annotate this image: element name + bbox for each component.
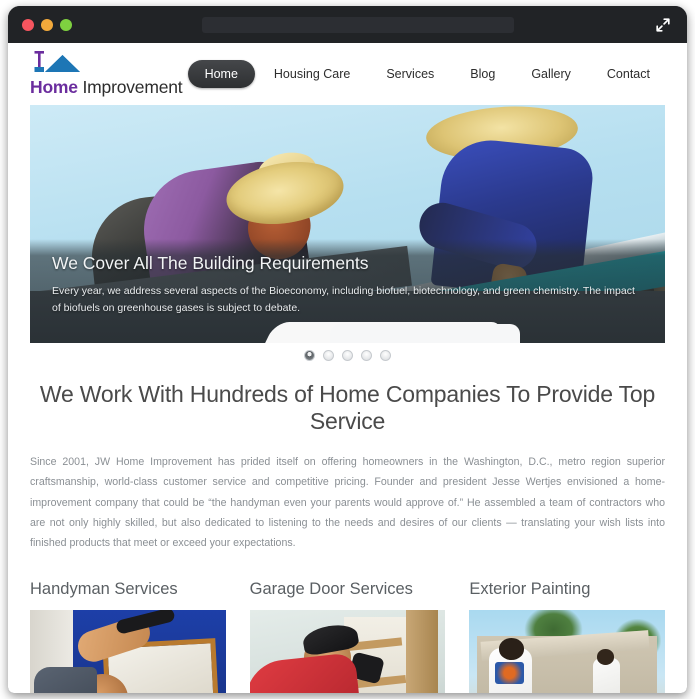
nav-item-blog[interactable]: Blog — [453, 60, 512, 88]
close-window-button[interactable] — [22, 18, 34, 31]
browser-titlebar — [8, 6, 687, 43]
main-navigation: Home Housing Care Services Blog Gallery … — [187, 60, 667, 88]
address-bar[interactable] — [202, 17, 514, 33]
intro-section: We Work With Hundreds of Home Companies … — [8, 365, 687, 554]
nav-item-gallery[interactable]: Gallery — [514, 60, 588, 88]
service-title: Garage Door Services — [249, 579, 413, 598]
house-with-tool-icon — [32, 50, 94, 76]
intro-paragraph: Since 2001, JW Home Improvement has prid… — [30, 456, 665, 550]
service-title: Exterior Painting — [469, 579, 591, 598]
hero-description: Every year, we address several aspects o… — [52, 285, 635, 314]
page-title: We Work With Hundreds of Home Companies … — [39, 381, 656, 434]
carousel-dot-4[interactable] — [361, 350, 372, 361]
minimize-window-button[interactable] — [41, 18, 53, 31]
service-title: Handyman Services — [30, 579, 178, 598]
logo-brand: Home — [30, 77, 78, 97]
service-card-exterior-painting[interactable]: Exterior Painting — [469, 579, 666, 693]
nav-item-services[interactable]: Services — [369, 60, 451, 88]
service-thumbnail-garage-door[interactable] — [249, 609, 446, 693]
service-thumbnail-handyman[interactable] — [30, 609, 226, 693]
browser-window: Home Improvement Home Housing Care Servi… — [8, 6, 687, 693]
logo-brand-suffix: Improvement — [82, 77, 183, 97]
hero-title: We Cover All The Building Requirements — [52, 253, 369, 273]
service-thumbnail-exterior-painting[interactable] — [469, 609, 666, 693]
carousel-dot-3[interactable] — [342, 350, 353, 361]
service-card-garage-door[interactable]: Garage Door Services — [249, 579, 446, 693]
expand-diagonal-arrows-icon[interactable] — [655, 17, 671, 33]
site-logo[interactable]: Home Improvement — [30, 50, 183, 98]
page-viewport: Home Improvement Home Housing Care Servi… — [8, 43, 687, 693]
carousel-dot-5[interactable] — [380, 350, 391, 361]
services-section: Handyman Services Garage Door Services E… — [8, 554, 687, 693]
site-header: Home Improvement Home Housing Care Servi… — [8, 43, 687, 105]
carousel-dot-1[interactable] — [304, 350, 315, 361]
nav-item-contact[interactable]: Contact — [590, 60, 667, 88]
window-controls — [22, 18, 72, 31]
nav-item-home[interactable]: Home — [187, 60, 255, 88]
carousel-dot-2[interactable] — [323, 350, 334, 361]
carousel-dots — [8, 350, 687, 361]
service-card-handyman[interactable]: Handyman Services — [30, 580, 226, 693]
nav-item-housing-care[interactable]: Housing Care — [257, 60, 367, 88]
logo-text: Home Improvement — [30, 77, 183, 98]
maximize-window-button[interactable] — [60, 18, 72, 31]
hero-curve-decoration-inner — [330, 324, 520, 343]
hero-slider: We Cover All The Building Requirements E… — [30, 105, 665, 343]
